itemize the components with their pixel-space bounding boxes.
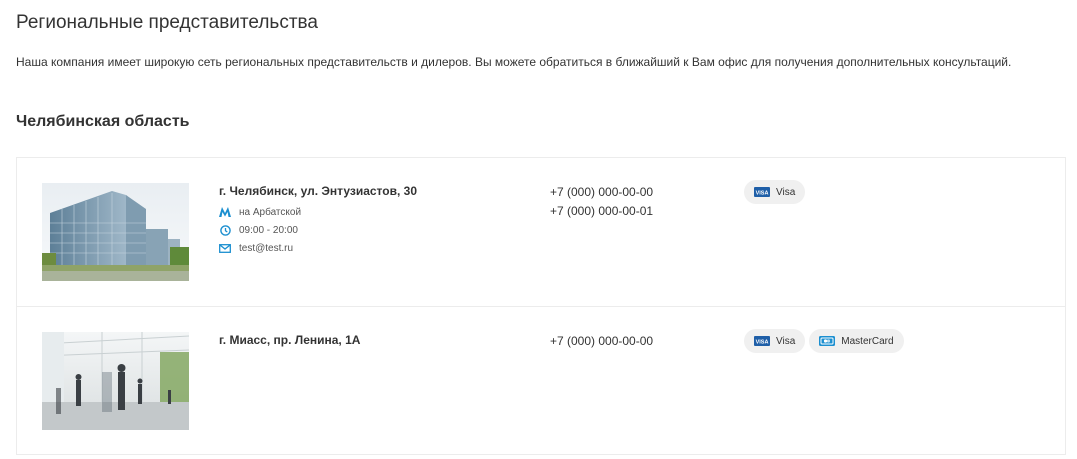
hours-line: 09:00 - 20:00 [219,221,539,239]
intro-text: Наша компания имеет широкую сеть региона… [16,55,1012,69]
office-phones: +7 (000) 000-00-00 +7 (000) 000-00-01 [550,183,653,221]
visa-icon: VISA [754,336,770,346]
clock-icon [219,224,231,236]
region-title: Челябинская область [16,113,190,130]
visa-icon: VISA [754,187,770,197]
mastercard-icon [819,336,836,346]
office-address[interactable]: г. Миасс, пр. Ленина, 1А [219,332,539,348]
hours-text: 09:00 - 20:00 [239,224,298,236]
payment-methods: VISA Visa [744,180,806,204]
phone-number[interactable]: +7 (000) 000-00-01 [550,202,653,221]
office-photo[interactable] [42,332,189,430]
office-phones: +7 (000) 000-00-00 [550,332,653,351]
payment-badge-mastercard: MasterCard [809,329,904,353]
svg-text:VISA: VISA [756,190,769,196]
office-info: г. Миасс, пр. Ленина, 1А [219,332,539,348]
metro-text: на Арбатской [239,206,302,218]
payment-label: MasterCard [841,335,894,347]
office-row: г. Челябинск, ул. Энтузиастов, 30 на Арб… [17,158,1065,306]
office-row: г. Миасс, пр. Ленина, 1А +7 (000) 000-00… [17,306,1065,454]
page-title: Региональные представительства [16,12,318,33]
metro-icon [219,206,231,218]
email-icon [219,242,231,254]
payment-badge-visa: VISA Visa [744,180,806,204]
phone-number[interactable]: +7 (000) 000-00-00 [550,183,653,202]
payment-label: Visa [776,186,796,198]
metro-line: на Арбатской [219,203,539,221]
offices-list: г. Челябинск, ул. Энтузиастов, 30 на Арб… [16,157,1066,455]
office-photo[interactable] [42,183,189,281]
payment-badge-visa: VISA Visa [744,329,806,353]
office-address[interactable]: г. Челябинск, ул. Энтузиастов, 30 [219,183,539,199]
phone-number[interactable]: +7 (000) 000-00-00 [550,332,653,351]
email-line: test@test.ru [219,239,539,257]
office-info: г. Челябинск, ул. Энтузиастов, 30 на Арб… [219,183,539,257]
svg-text:VISA: VISA [756,339,769,345]
email-link[interactable]: test@test.ru [239,243,293,254]
payment-methods: VISA Visa MasterCard [744,329,904,353]
payment-label: Visa [776,335,796,347]
